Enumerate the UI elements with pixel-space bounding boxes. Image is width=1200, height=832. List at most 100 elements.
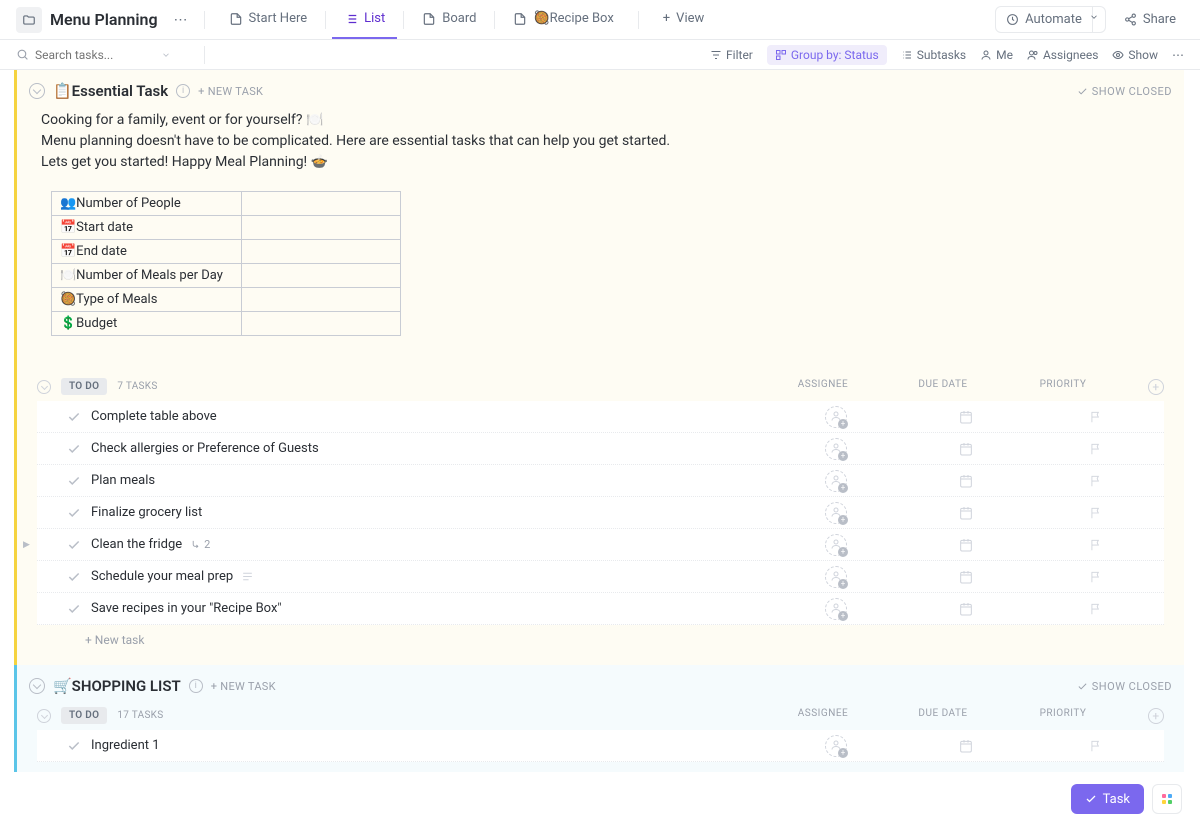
subtasks-button[interactable]: Subtasks [901, 48, 966, 62]
assignee-cell[interactable] [776, 406, 896, 428]
check-icon[interactable] [67, 442, 81, 456]
more-icon[interactable]: ⋯ [1172, 48, 1184, 62]
tab-list[interactable]: List [332, 0, 397, 39]
info-icon[interactable]: i [189, 679, 203, 693]
assignees-button[interactable]: Assignees [1027, 48, 1098, 62]
assignee-placeholder-icon[interactable] [825, 534, 847, 556]
assignee-placeholder-icon[interactable] [825, 566, 847, 588]
due-date-cell[interactable] [906, 473, 1026, 489]
automate-chevron[interactable] [1083, 6, 1106, 33]
info-value[interactable] [242, 216, 401, 240]
task-row[interactable]: Complete table above [37, 401, 1164, 433]
task-row[interactable]: Finalize grocery list [37, 497, 1164, 529]
info-label[interactable]: 🥘Type of Meals [52, 288, 242, 312]
folder-icon[interactable] [16, 7, 42, 33]
description-icon[interactable] [241, 570, 254, 583]
assignee-cell[interactable] [776, 566, 896, 588]
due-date-cell[interactable] [906, 569, 1026, 585]
check-icon[interactable] [67, 602, 81, 616]
me-button[interactable]: Me [980, 48, 1013, 62]
info-label[interactable]: 💲Budget [52, 312, 242, 336]
assignee-placeholder-icon[interactable] [825, 502, 847, 524]
assignee-placeholder-icon[interactable] [825, 438, 847, 460]
column-header[interactable]: PRIORITY [1028, 708, 1098, 724]
info-value[interactable] [242, 312, 401, 336]
status-badge[interactable]: TO DO [61, 707, 107, 724]
due-date-cell[interactable] [906, 738, 1026, 754]
check-icon[interactable] [67, 506, 81, 520]
task-row[interactable]: ▶ Clean the fridge 2 [37, 529, 1164, 561]
due-date-cell[interactable] [906, 601, 1026, 617]
priority-cell[interactable] [1036, 506, 1156, 520]
tab-start-here[interactable]: Start Here [217, 0, 320, 39]
new-task-button[interactable]: + NEW TASK [211, 680, 276, 693]
assignee-cell[interactable] [776, 438, 896, 460]
due-date-cell[interactable] [906, 537, 1026, 553]
filter-button[interactable]: Filter [710, 48, 753, 62]
new-task-row[interactable]: + New task [37, 625, 1164, 655]
assignee-placeholder-icon[interactable] [825, 598, 847, 620]
apps-button[interactable] [1152, 784, 1182, 814]
assignee-cell[interactable] [776, 534, 896, 556]
info-value[interactable] [242, 288, 401, 312]
priority-cell[interactable] [1036, 570, 1156, 584]
priority-cell[interactable] [1036, 739, 1156, 753]
info-label[interactable]: 👥Number of People [52, 192, 242, 216]
assignee-cell[interactable] [776, 735, 896, 757]
show-closed-button[interactable]: SHOW CLOSED [1077, 85, 1172, 98]
column-header[interactable]: ASSIGNEE [788, 708, 858, 724]
add-view-button[interactable]: +View [651, 0, 717, 39]
assignee-cell[interactable] [776, 470, 896, 492]
new-task-button[interactable]: + NEW TASK [198, 85, 263, 98]
check-icon[interactable] [67, 410, 81, 424]
tab-board[interactable]: Board [410, 0, 488, 39]
automate-button[interactable]: Automate [995, 6, 1093, 33]
collapse-icon[interactable] [29, 678, 45, 694]
task-row[interactable]: Check allergies or Preference of Guests [37, 433, 1164, 465]
priority-cell[interactable] [1036, 474, 1156, 488]
column-header[interactable]: PRIORITY [1028, 379, 1098, 395]
priority-cell[interactable] [1036, 602, 1156, 616]
check-icon[interactable] [67, 474, 81, 488]
collapse-icon[interactable] [29, 83, 45, 99]
subtask-badge[interactable]: 2 [190, 538, 210, 551]
group-by-button[interactable]: Group by: Status [767, 45, 887, 65]
column-header[interactable]: DUE DATE [908, 708, 978, 724]
new-task-float-button[interactable]: Task [1071, 784, 1144, 814]
task-row[interactable]: Save recipes in your "Recipe Box" [37, 593, 1164, 625]
info-icon[interactable]: i [176, 84, 190, 98]
info-label[interactable]: 🍽️Number of Meals per Day [52, 264, 242, 288]
priority-cell[interactable] [1036, 442, 1156, 456]
due-date-cell[interactable] [906, 505, 1026, 521]
assignee-placeholder-icon[interactable] [825, 406, 847, 428]
check-icon[interactable] [67, 739, 81, 753]
column-header[interactable]: DUE DATE [908, 379, 978, 395]
priority-cell[interactable] [1036, 538, 1156, 552]
info-value[interactable] [242, 192, 401, 216]
info-value[interactable] [242, 240, 401, 264]
status-badge[interactable]: TO DO [61, 378, 107, 395]
tab--recipe-box[interactable]: 🥘Recipe Box [501, 0, 625, 39]
task-row[interactable]: Schedule your meal prep [37, 561, 1164, 593]
due-date-cell[interactable] [906, 409, 1026, 425]
expand-icon[interactable]: ▶ [23, 540, 30, 550]
info-label[interactable]: 📅Start date [52, 216, 242, 240]
check-icon[interactable] [67, 538, 81, 552]
task-row[interactable]: Plan meals [37, 465, 1164, 497]
show-closed-button[interactable]: SHOW CLOSED [1077, 680, 1172, 693]
status-collapse-icon[interactable] [37, 380, 51, 394]
priority-cell[interactable] [1036, 410, 1156, 424]
search-input[interactable] [35, 48, 155, 62]
assignee-placeholder-icon[interactable] [825, 735, 847, 757]
search-chevron-icon[interactable] [161, 50, 171, 60]
add-column-button[interactable]: + [1148, 708, 1164, 724]
task-row[interactable]: Ingredient 1 [37, 730, 1164, 762]
column-header[interactable]: ASSIGNEE [788, 379, 858, 395]
title-menu-icon[interactable]: ⋯ [170, 10, 192, 30]
due-date-cell[interactable] [906, 441, 1026, 457]
share-button[interactable]: Share [1116, 7, 1184, 32]
assignee-cell[interactable] [776, 598, 896, 620]
info-value[interactable] [242, 264, 401, 288]
show-button[interactable]: Show [1112, 48, 1158, 62]
info-label[interactable]: 📅End date [52, 240, 242, 264]
